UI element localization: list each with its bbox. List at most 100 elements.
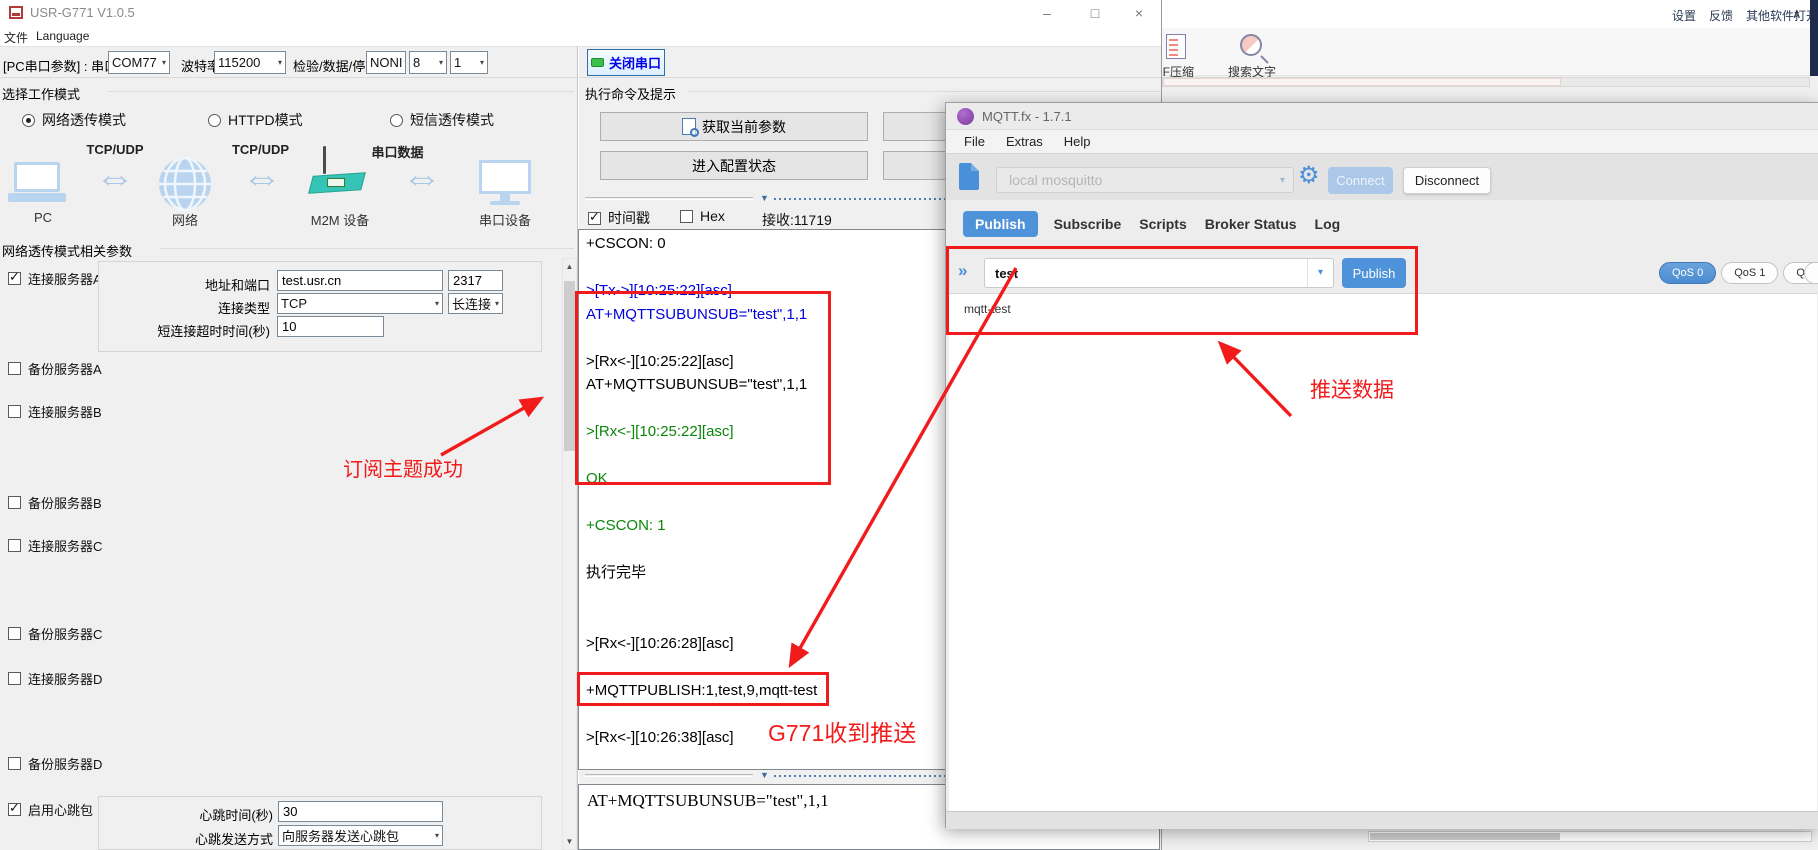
new-profile-icon[interactable] xyxy=(959,163,979,190)
checkbox-icon xyxy=(8,272,21,285)
usr-menubar: 文件 Language xyxy=(0,25,1161,46)
usr-toolbar xyxy=(0,46,1161,78)
server-checkbox[interactable]: 备份服务器A xyxy=(8,359,102,378)
mqttfx-menu-item[interactable]: Help xyxy=(1064,134,1091,149)
mqttfx-tabs: Publish Subscribe Scripts Broker Status Log xyxy=(963,211,1342,237)
mode-radio[interactable]: 短信透传模式 xyxy=(390,110,494,130)
payload-area[interactable]: mqtt-test xyxy=(949,293,1817,811)
server-checkbox[interactable]: 备份服务器C xyxy=(8,624,102,643)
connect-button[interactable]: Connect xyxy=(1328,167,1393,194)
qos-group: QoS 0QoS 1QoS 2 xyxy=(1659,262,1818,284)
timestamp-checkbox[interactable] xyxy=(588,212,601,225)
heartbeat-mode-label: 心跳发送方式 xyxy=(105,829,273,848)
parity-select[interactable]: NONI xyxy=(366,51,406,74)
server-checkbox[interactable]: 备份服务器D xyxy=(8,754,102,773)
exec-section-title: 执行命令及提示 xyxy=(585,84,676,103)
baud-select[interactable]: 115200 xyxy=(214,51,286,74)
mqttfx-tab[interactable]: Scripts xyxy=(1137,211,1188,237)
checkbox-icon xyxy=(8,672,21,685)
dropdown-icon xyxy=(478,58,484,67)
bottom-scrollbar-thumb[interactable] xyxy=(1370,833,1560,840)
mqttfx-titlebar: MQTT.fx - 1.7.1 xyxy=(946,103,1818,130)
background-link[interactable]: 反馈 xyxy=(1709,7,1733,24)
disconnect-button[interactable]: Disconnect xyxy=(1403,167,1491,194)
short-timeout-label: 短连接超时时间(秒) xyxy=(105,321,270,340)
get-params-button[interactable]: 获取当前参数 xyxy=(600,112,868,141)
databits-select[interactable]: 8 xyxy=(409,51,447,74)
hex-option[interactable]: Hex xyxy=(680,208,725,224)
background-link[interactable]: 其他软件打开 xyxy=(1746,7,1818,24)
gear-icon[interactable]: ⚙ xyxy=(1298,162,1320,190)
background-side-strip xyxy=(1810,0,1818,76)
pdf-compress-icon[interactable] xyxy=(1166,34,1186,59)
mqttfx-menu-item[interactable]: File xyxy=(964,134,985,149)
checkbox-icon xyxy=(8,539,21,552)
diagram-node-label: 串口设备 xyxy=(470,210,540,229)
diagram-link2-label: TCP/UDP xyxy=(218,142,303,157)
mode-radio-label: HTTPD模式 xyxy=(228,110,303,130)
mqttfx-tab[interactable]: Subscribe xyxy=(1052,211,1124,237)
publish-button[interactable]: Publish xyxy=(1342,258,1406,288)
heartbeat-time-label: 心跳时间(秒) xyxy=(105,805,273,824)
timestamp-option[interactable]: 时间戳 xyxy=(588,208,650,228)
server-checkbox[interactable]: 连接服务器C xyxy=(8,536,102,555)
scroll-down-icon[interactable] xyxy=(563,834,576,849)
mqttfx-menu-item[interactable]: Extras xyxy=(1006,134,1043,149)
keepalive-select[interactable]: 长连接 xyxy=(448,293,503,314)
server-checkbox-label: 备份服务器D xyxy=(28,754,102,773)
params-scrollbar[interactable] xyxy=(562,258,577,850)
mqttfx-tab[interactable]: Log xyxy=(1313,211,1343,237)
qos-pill[interactable]: QoS 0 xyxy=(1659,262,1716,284)
scroll-up-icon[interactable] xyxy=(563,259,576,274)
maximize-button[interactable]: □ xyxy=(1080,3,1110,23)
search-text-icon[interactable] xyxy=(1240,34,1262,56)
conn-type-select[interactable]: TCP xyxy=(277,293,443,314)
dropdown-icon[interactable] xyxy=(1307,259,1333,287)
serial-device-icon xyxy=(479,160,531,205)
chevron-up-icon[interactable]: ∧ xyxy=(1792,6,1802,22)
mode-radio[interactable]: HTTPD模式 xyxy=(208,110,303,130)
server-checkbox[interactable]: 连接服务器B xyxy=(8,402,102,421)
radio-icon xyxy=(208,114,221,127)
server-checkbox[interactable]: 连接服务器D xyxy=(8,669,102,688)
heartbeat-mode-select[interactable]: 向服务器发送心跳包 xyxy=(278,825,443,846)
checkbox-icon xyxy=(8,405,21,418)
background-hscrollbar[interactable] xyxy=(1162,77,1810,87)
checkbox-icon xyxy=(8,496,21,509)
address-label: 地址和端口 xyxy=(105,275,270,294)
hex-checkbox[interactable] xyxy=(680,210,693,223)
hscrollbar-thumb[interactable] xyxy=(1163,78,1561,86)
stopbits-select[interactable]: 1 xyxy=(450,51,488,74)
qos-pill[interactable]: QoS 1 xyxy=(1721,262,1778,284)
minimize-button[interactable]: – xyxy=(1032,3,1062,23)
splitter-handle-icon[interactable] xyxy=(760,770,769,780)
dropdown-icon xyxy=(1280,175,1285,186)
address-input[interactable] xyxy=(277,270,443,291)
topic-combobox[interactable]: test xyxy=(984,258,1334,288)
background-bottom-scrollbar[interactable] xyxy=(1368,831,1812,842)
heartbeat-time-input[interactable] xyxy=(278,801,443,822)
mqttfx-connection-bar: local mosquitto ⚙ Connect Disconnect xyxy=(946,153,1818,200)
search-doc-icon xyxy=(682,118,696,135)
enter-config-button[interactable]: 进入配置状态 xyxy=(600,151,868,180)
scrollbar-thumb[interactable] xyxy=(564,281,575,451)
splitter-handle-icon[interactable] xyxy=(760,193,769,203)
server-checkbox[interactable]: 连接服务器A xyxy=(8,269,102,288)
port-input[interactable] xyxy=(448,270,503,291)
server-checkbox[interactable]: 启用心跳包 xyxy=(8,800,93,819)
dropdown-icon xyxy=(433,831,439,840)
server-checkbox[interactable]: 备份服务器B xyxy=(8,493,102,512)
arrow-left-right-icon: ⇔ xyxy=(220,158,304,198)
close-serial-button[interactable]: 关闭串口 xyxy=(587,49,665,76)
screen: 设置反馈其他软件打开 ∧ DF压缩 搜索文字 USR-G771 V1.0.5 –… xyxy=(0,0,1818,850)
profile-select[interactable]: local mosquitto xyxy=(996,167,1294,193)
mqttfx-tab[interactable]: Broker Status xyxy=(1203,211,1299,237)
server-checkbox-label: 备份服务器C xyxy=(28,624,102,643)
mqttfx-tab[interactable]: Publish xyxy=(963,211,1038,237)
arrow-left-right-icon: ⇔ xyxy=(378,158,466,198)
background-link[interactable]: 设置 xyxy=(1672,7,1696,24)
timestamp-label: 时间戳 xyxy=(608,208,650,228)
mqttfx-menubar: File Extras Help xyxy=(946,130,1818,153)
short-timeout-input[interactable] xyxy=(277,316,384,337)
close-button[interactable]: × xyxy=(1124,3,1154,23)
